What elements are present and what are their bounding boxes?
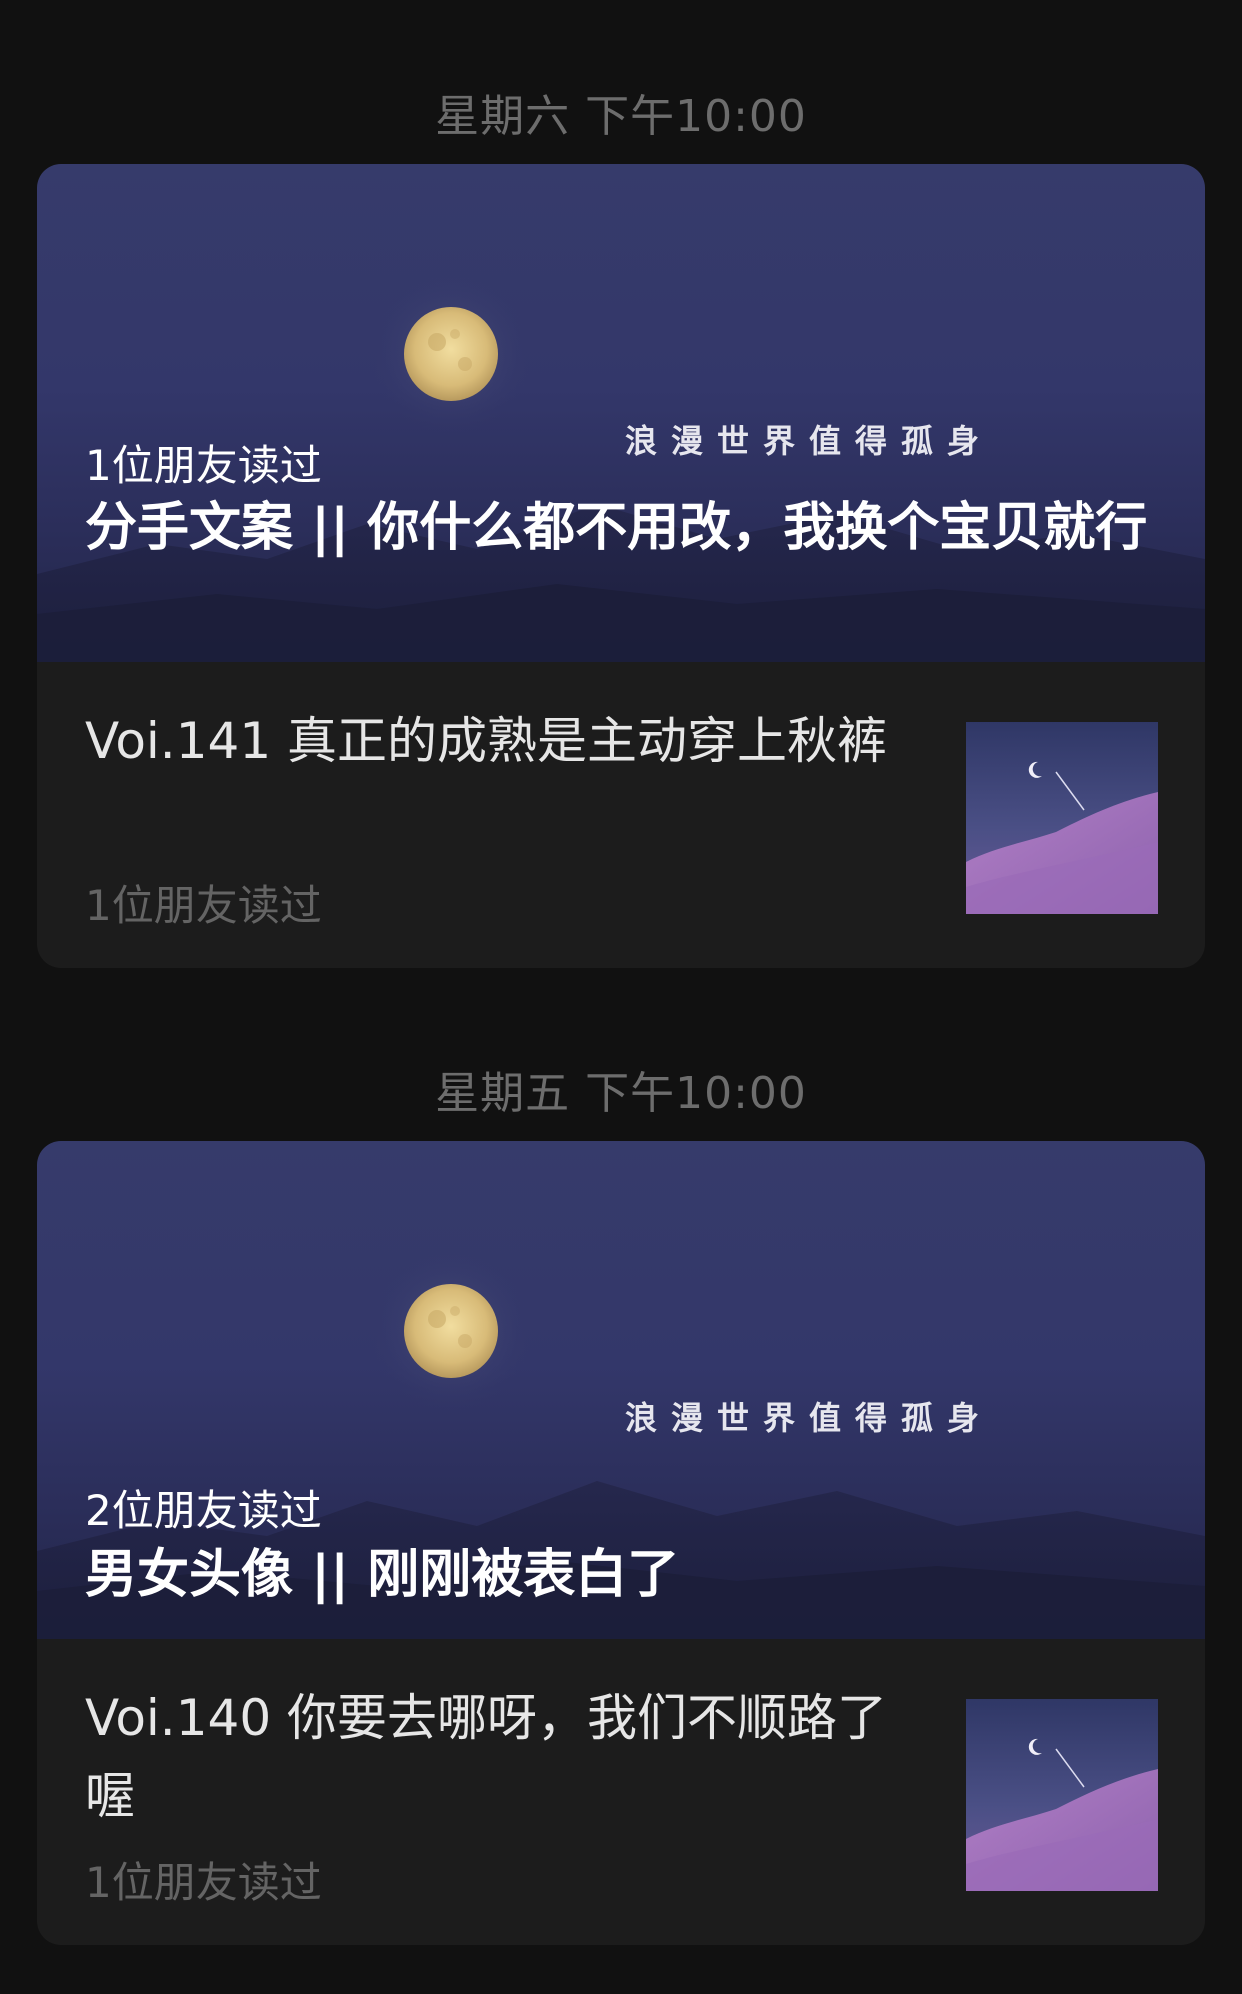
read-count: 1位朋友读过: [85, 881, 322, 930]
article-card: 浪漫世界值得孤身 2位朋友读过 男女头像 || 刚刚被表白了 Voi.140 你…: [37, 1141, 1205, 1945]
read-count: 1位朋友读过: [85, 1858, 322, 1907]
cover-caption: 浪漫世界值得孤身: [625, 422, 994, 460]
article-title: 男女头像 || 刚刚被表白了: [85, 1545, 680, 1605]
article-title: 分手文案 || 你什么都不用改，我换个宝贝就行: [85, 498, 1148, 558]
main-article[interactable]: 浪漫世界值得孤身 2位朋友读过 男女头像 || 刚刚被表白了: [37, 1141, 1205, 1639]
cover-image: [37, 274, 1205, 662]
read-count: 2位朋友读过: [85, 1486, 322, 1535]
sub-article-title: Voi.140 你要去哪呀，我们不顺路了喔: [85, 1689, 888, 1825]
sub-article[interactable]: Voi.141 真正的成熟是主动穿上秋裤 1位朋友读过: [37, 662, 1205, 968]
timestamp: 星期五 下午10:00: [435, 1068, 807, 1119]
read-count: 1位朋友读过: [85, 441, 322, 490]
main-article[interactable]: 浪漫世界值得孤身 1位朋友读过 分手文案 || 你什么都不用改，我换个宝贝就行: [37, 164, 1205, 662]
thumbnail-image: [966, 1699, 1158, 1891]
sub-article-title: Voi.141 真正的成熟是主动穿上秋裤: [85, 712, 888, 770]
thumbnail-image: [966, 722, 1158, 914]
article-card: 浪漫世界值得孤身 1位朋友读过 分手文案 || 你什么都不用改，我换个宝贝就行 …: [37, 164, 1205, 968]
timestamp: 星期六 下午10:00: [435, 91, 807, 142]
sub-article[interactable]: Voi.140 你要去哪呀，我们不顺路了喔 1位朋友读过: [37, 1639, 1205, 1945]
cover-caption: 浪漫世界值得孤身: [625, 1399, 994, 1437]
article-feed: 星期六 下午10:00 浪漫世界值得孤身 1位朋友读过 分手文案 || 你什么都…: [0, 0, 1242, 1994]
